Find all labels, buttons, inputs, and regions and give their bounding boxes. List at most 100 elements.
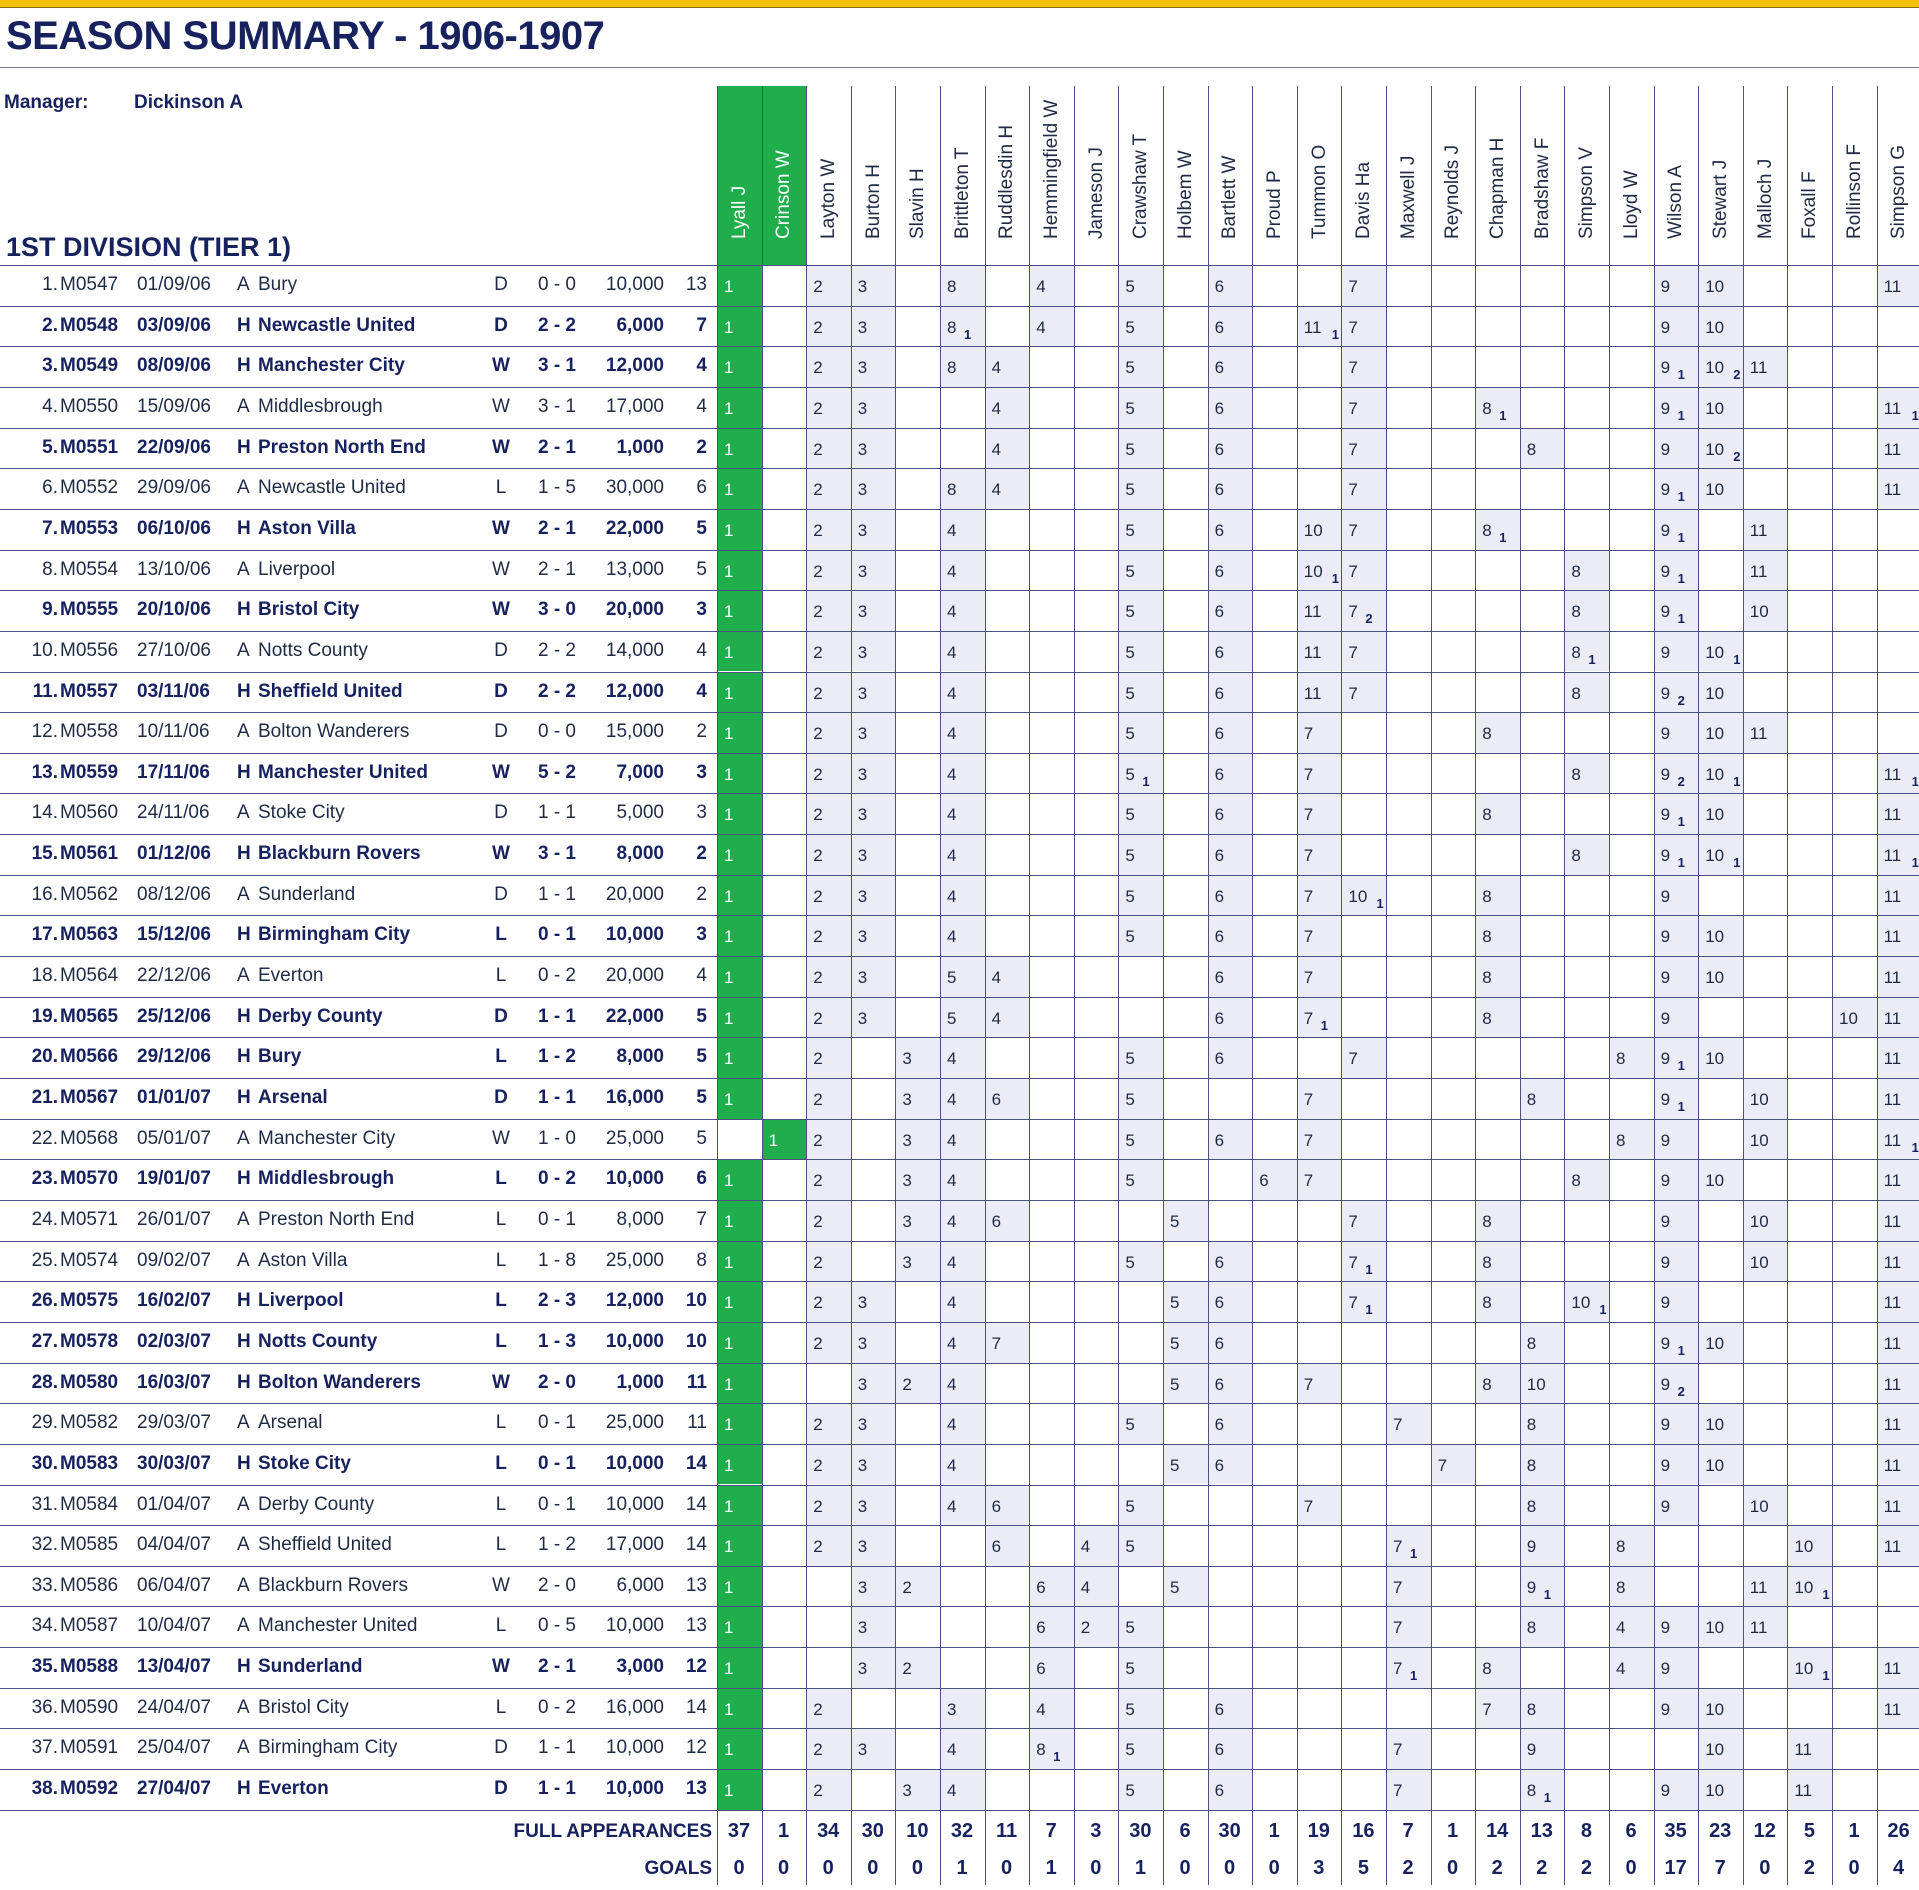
- appearance-cell: 4: [941, 1038, 985, 1078]
- appearance-cell: 8: [1520, 428, 1565, 469]
- shirt-number: 6: [991, 1496, 1002, 1516]
- goal-total: 0: [1224, 1856, 1236, 1879]
- appearance-cell: 1: [718, 1648, 762, 1688]
- match-venue: H: [237, 1452, 251, 1474]
- appearance-cell: 7: [1476, 1688, 1520, 1729]
- appearance-cell: 3: [851, 469, 896, 509]
- goals-scored: 1: [1733, 855, 1741, 871]
- appearance-cell: 10: [1699, 306, 1743, 347]
- match-attendance: 10,000: [605, 274, 664, 295]
- match-score: 0 - 5: [537, 1615, 577, 1637]
- appearance-cell: 91: [1654, 1322, 1699, 1363]
- player-name: Ruddlesdin H: [996, 124, 1018, 239]
- appearance-cell: 11: [1743, 713, 1788, 753]
- shirt-number: 3: [857, 277, 868, 296]
- match-opponent: Bolton Wanderers: [258, 721, 410, 743]
- shirt-number: 5: [1125, 398, 1135, 418]
- match-result: W: [492, 1127, 510, 1149]
- match-opponent: Aston Villa: [258, 517, 356, 539]
- appearance-cell: 8: [1520, 1322, 1565, 1363]
- shirt-number: 11: [1883, 1008, 1902, 1028]
- match-id: M0565: [60, 1005, 119, 1027]
- match-opponent: Sheffield United: [258, 680, 403, 702]
- match-number: 24.: [31, 1208, 58, 1230]
- player-column-header: Burton H: [850, 86, 896, 265]
- match-date: 10/11/06: [137, 721, 210, 743]
- column-divider: [1787, 265, 1788, 1885]
- match-date: 04/04/07: [137, 1534, 211, 1556]
- match-date: 08/12/06: [137, 883, 211, 905]
- goal-total: 0: [778, 1856, 790, 1879]
- match-result: W: [492, 1656, 510, 1678]
- match-venue: A: [237, 721, 250, 743]
- appearance-cell: 5: [1119, 1526, 1163, 1566]
- shirt-number: 7: [1393, 1415, 1403, 1435]
- appearance-cell: 8: [1476, 1363, 1520, 1404]
- appearance-cell: 10: [1520, 1363, 1565, 1404]
- match-opponent: Stoke City: [258, 802, 345, 824]
- shirt-number: 5: [1125, 642, 1135, 662]
- goals-scored: 1: [1376, 895, 1384, 911]
- appearance-cell: 91: [1654, 469, 1699, 509]
- match-score: 2 - 2: [537, 314, 577, 336]
- shirt-number: 8: [1616, 1577, 1626, 1597]
- shirt-number: 9: [1660, 764, 1671, 784]
- appearance-cell: 10: [1699, 1444, 1743, 1485]
- shirt-number: 9: [1660, 805, 1671, 825]
- match-venue: H: [237, 1087, 251, 1108]
- shirt-number: 11: [1303, 683, 1322, 703]
- match-result: W: [492, 355, 510, 377]
- goal-total: 1: [1045, 1856, 1057, 1879]
- appearance-cell: 10: [1743, 1119, 1788, 1160]
- league-position: 14: [685, 1452, 707, 1474]
- goal-total: 4: [1893, 1856, 1905, 1879]
- shirt-number: 5: [1170, 1293, 1180, 1313]
- shirt-number: 9: [1660, 642, 1671, 662]
- appearance-cell: 1: [762, 1119, 807, 1160]
- shirt-number: 2: [813, 683, 823, 703]
- shirt-number: 4: [947, 1455, 957, 1475]
- appearance-cell: 3: [851, 266, 896, 306]
- player-column-header: Lyall J: [717, 86, 762, 265]
- player-name: Reynolds J: [1442, 145, 1464, 239]
- shirt-number: 10: [1749, 1252, 1769, 1272]
- match-date: 29/09/06: [137, 477, 211, 499]
- appearance-cell: 11 1: [1877, 1119, 1919, 1160]
- shirt-number: 7: [1393, 1618, 1403, 1638]
- match-opponent: Manchester United: [258, 761, 428, 783]
- player-name: Layton W: [817, 158, 839, 239]
- match-row: 10. M0556 27/10/06 A Notts County D 2 - 2 14,00…: [0, 631, 1919, 672]
- shirt-number: 10: [1705, 805, 1725, 825]
- match-venue: H: [237, 355, 251, 377]
- shirt-number: 5: [1125, 277, 1135, 296]
- match-result: D: [494, 639, 508, 661]
- shirt-number: 4: [991, 398, 1002, 418]
- appearance-cell: 1: [718, 1688, 762, 1729]
- player-name: Lloyd W: [1620, 170, 1642, 239]
- match-attendance: 15,000: [605, 721, 664, 743]
- match-id: M0588: [60, 1656, 119, 1678]
- shirt-number: 4: [947, 724, 957, 744]
- shirt-number: 6: [1214, 1415, 1225, 1435]
- shirt-number: 4: [947, 805, 957, 825]
- shirt-number: 4: [947, 1171, 957, 1191]
- appearance-cell: 5: [1119, 1607, 1163, 1648]
- goal-total: 0: [867, 1856, 879, 1879]
- shirt-number: 3: [857, 846, 868, 866]
- shirt-number: 10: [1705, 642, 1725, 662]
- appearance-cell: 3: [941, 1688, 985, 1729]
- appearance-cell: 11: [1877, 997, 1919, 1038]
- shirt-number: 5: [1125, 927, 1135, 947]
- match-id: M0566: [60, 1046, 119, 1068]
- appearance-cell: 92: [1654, 672, 1699, 713]
- appearance-cell: 10 1: [1699, 753, 1743, 794]
- match-score: 2 - 3: [537, 1290, 577, 1312]
- league-position: 3: [696, 924, 707, 946]
- goals-scored: 1: [1677, 1342, 1685, 1358]
- match-id: M0591: [60, 1737, 119, 1759]
- shirt-number: 10: [1705, 317, 1725, 337]
- goals-scored: 1: [1142, 773, 1150, 789]
- appearance-cell: 1: [718, 1160, 762, 1200]
- appearance-cell: 7: [985, 1322, 1030, 1363]
- shirt-number: 10: [1705, 1171, 1725, 1191]
